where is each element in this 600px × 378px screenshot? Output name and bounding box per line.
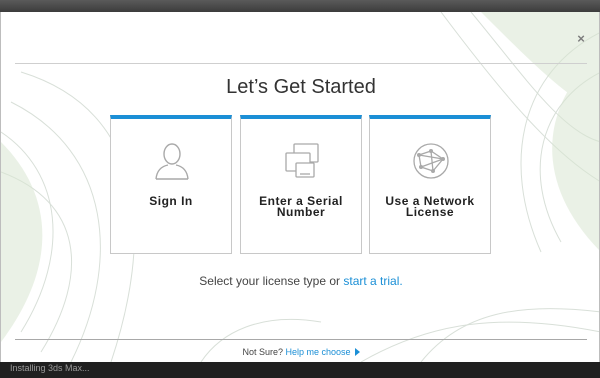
top-divider [15,63,587,64]
license-dialog: × Let’s Get Started Sign In Enter a Seri… [0,12,600,362]
dialog-title: Let’s Get Started [226,76,376,98]
network-license-label: Use a Network License [385,194,475,219]
chevron-right-icon [354,348,360,356]
close-icon[interactable]: × [574,32,588,46]
network-globe-icon [413,143,449,179]
help-me-choose-link[interactable]: Help me choose [286,347,351,357]
network-license-card[interactable]: Use a Network License [369,115,491,254]
serial-number-card[interactable]: Enter a Serial Number [240,115,362,254]
help-footer: Not Sure? Help me choose [1,347,599,357]
devices-icon [285,143,319,178]
status-text: Installing 3ds Max... [10,363,90,373]
status-bar: Installing 3ds Max... [0,362,600,378]
serial-number-label: Enter a Serial Number [259,194,343,219]
person-icon [155,143,189,180]
license-prompt: Select your license type or start a tria… [1,274,599,288]
sign-in-label: Sign In [149,194,193,208]
start-trial-link[interactable]: start a trial. [343,274,402,288]
bottom-divider [15,339,587,340]
window-top-bar [0,0,600,12]
not-sure-text: Not Sure? [242,347,283,357]
sign-in-card[interactable]: Sign In [110,115,232,254]
prompt-text: Select your license type or [199,274,344,288]
